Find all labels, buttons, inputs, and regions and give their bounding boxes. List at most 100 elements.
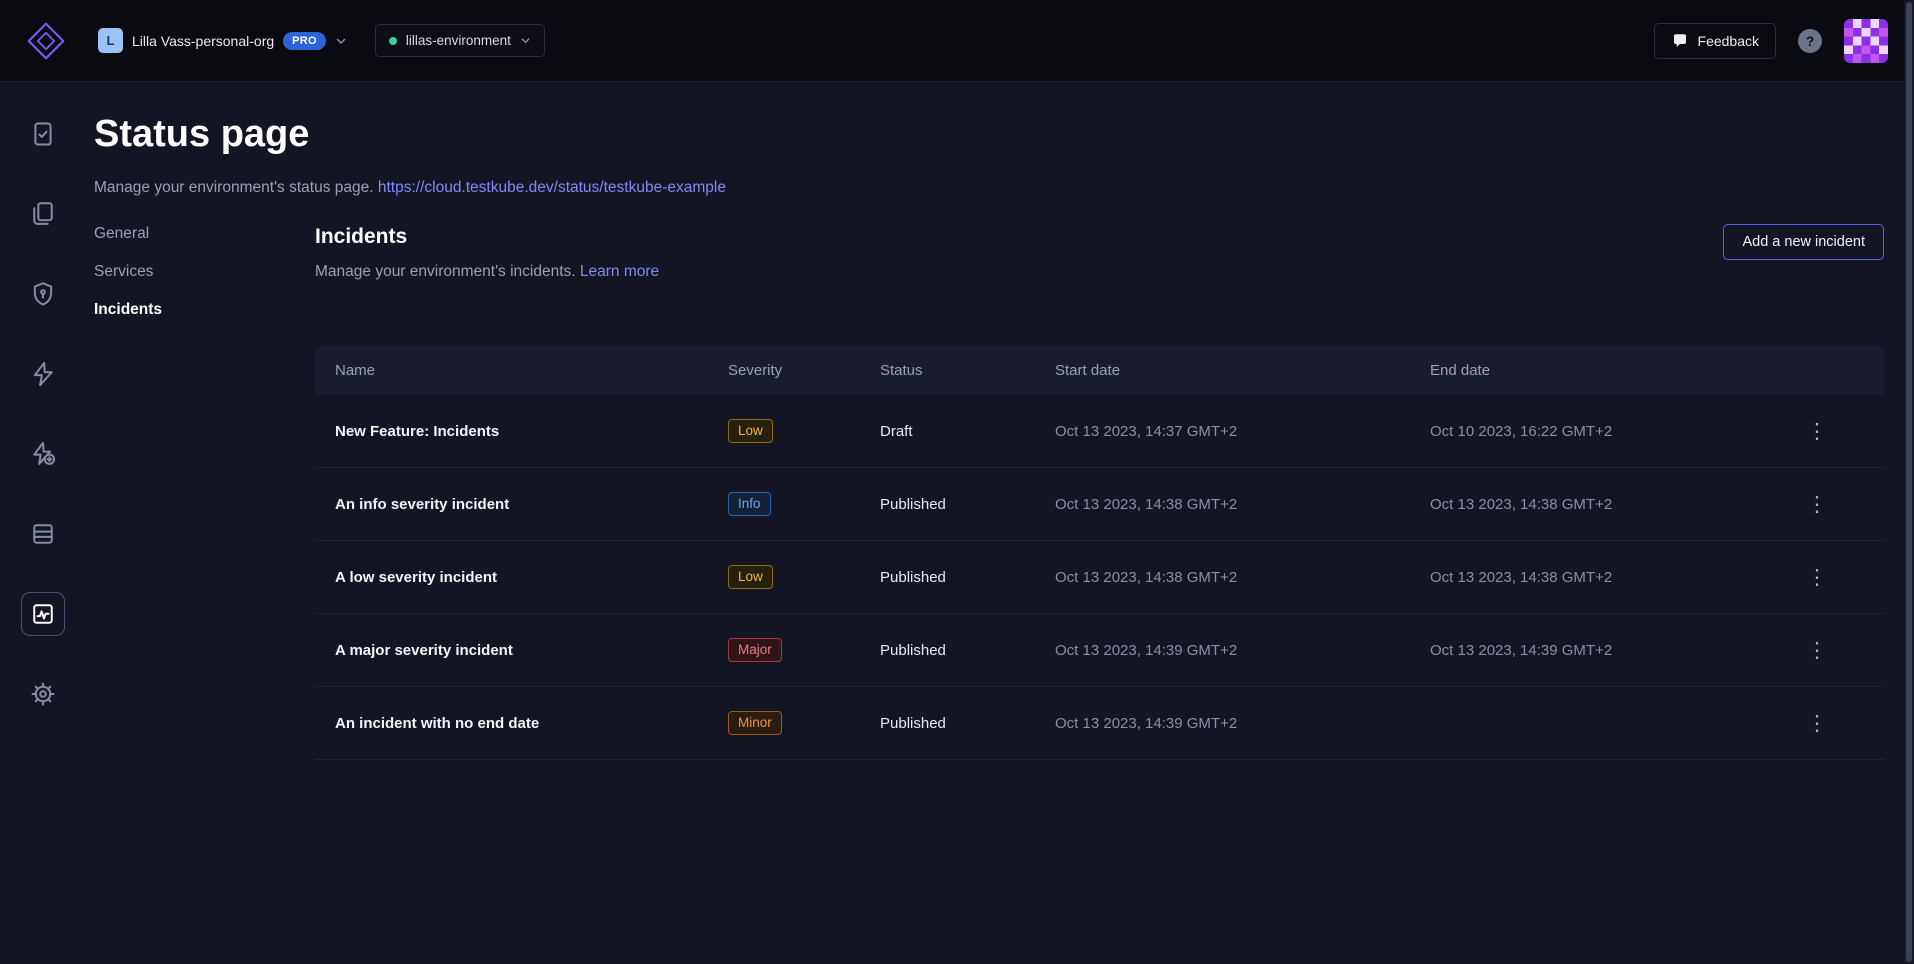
sidebar-item-executors[interactable] — [21, 512, 65, 556]
sidebar-item-test-suites[interactable] — [21, 192, 65, 236]
topbar: L Lilla Vass-personal-org PRO lillas-env… — [0, 0, 1914, 82]
incidents-subtitle-text: Manage your environment's incidents. — [315, 263, 576, 280]
sidebar-item-webhooks[interactable] — [21, 272, 65, 316]
table-body: New Feature: Incidents Low Draft Oct 13 … — [315, 395, 1884, 760]
scrollbar-thumb[interactable] — [1906, 2, 1912, 962]
learn-more-link[interactable]: Learn more — [580, 263, 659, 280]
sidebar-item-test-triggers[interactable] — [21, 432, 65, 476]
column-header-severity: Severity — [728, 362, 880, 379]
incident-start-date: Oct 13 2023, 14:38 GMT+2 — [1055, 569, 1430, 586]
severity-badge: Low — [728, 565, 773, 590]
chevron-down-icon — [520, 35, 531, 46]
subnav-item-services[interactable]: Services — [94, 262, 315, 282]
severity-badge: Info — [728, 492, 771, 517]
incidents-subtitle: Manage your environment's incidents. Lea… — [315, 262, 659, 282]
status-page-url-link[interactable]: https://cloud.testkube.dev/status/testku… — [378, 179, 726, 196]
column-header-end: End date — [1430, 362, 1790, 379]
incident-name: An info severity incident — [315, 496, 728, 513]
table-header: Name Severity Status Start date End date — [315, 346, 1884, 395]
table-row: An info severity incident Info Published… — [315, 468, 1884, 541]
server-icon — [29, 520, 57, 548]
sidebar-item-settings[interactable] — [21, 672, 65, 716]
page-subtitle-text: Manage your environment's status page. — [94, 179, 374, 196]
table-row: A low severity incident Low Published Oc… — [315, 541, 1884, 614]
row-actions-kebab-button[interactable]: ⋮ — [1799, 488, 1836, 521]
incident-actions-cell: ⋮ — [1790, 707, 1884, 740]
severity-badge: Major — [728, 638, 782, 663]
org-selector[interactable]: L Lilla Vass-personal-org PRO — [98, 28, 347, 53]
incident-status: Draft — [880, 423, 1055, 440]
content-row: General Services Incidents Incidents Man… — [94, 224, 1884, 760]
user-avatar[interactable] — [1844, 19, 1888, 63]
incident-actions-cell: ⋮ — [1790, 634, 1884, 667]
env-name: lillas-environment — [406, 33, 511, 48]
incident-end-date: Oct 13 2023, 14:38 GMT+2 — [1430, 496, 1790, 513]
incident-start-date: Oct 13 2023, 14:38 GMT+2 — [1055, 496, 1430, 513]
org-avatar: L — [98, 28, 123, 53]
incident-end-date: Oct 13 2023, 14:39 GMT+2 — [1430, 642, 1790, 659]
table-row: New Feature: Incidents Low Draft Oct 13 … — [315, 395, 1884, 468]
subnav-item-incidents[interactable]: Incidents — [94, 300, 315, 320]
incident-name: A major severity incident — [315, 642, 728, 659]
incidents-header: Incidents Manage your environment's inci… — [315, 224, 1884, 282]
testkube-logo[interactable] — [26, 21, 66, 61]
incident-actions-cell: ⋮ — [1790, 561, 1884, 594]
sidebar-item-triggers[interactable] — [21, 352, 65, 396]
page-title: Status page — [94, 112, 1884, 156]
incident-status: Published — [880, 496, 1055, 513]
environment-selector[interactable]: lillas-environment — [375, 24, 545, 57]
feedback-chat-icon — [1671, 32, 1689, 50]
shield-icon — [29, 280, 57, 308]
subnav-item-general[interactable]: General — [94, 224, 315, 244]
incidents-section: Incidents Manage your environment's inci… — [315, 224, 1884, 760]
clipboard-check-icon — [29, 120, 57, 148]
row-actions-kebab-button[interactable]: ⋮ — [1799, 561, 1836, 594]
row-actions-kebab-button[interactable]: ⋮ — [1799, 415, 1836, 448]
topbar-right: Feedback ? — [1654, 19, 1888, 63]
sidebar — [0, 82, 86, 964]
org-name: Lilla Vass-personal-org — [132, 33, 274, 49]
bolt-plus-icon — [29, 440, 57, 468]
sidebar-item-tests[interactable] — [21, 112, 65, 156]
help-button[interactable]: ? — [1798, 29, 1822, 53]
incident-actions-cell: ⋮ — [1790, 415, 1884, 448]
pro-badge: PRO — [283, 32, 326, 50]
row-actions-kebab-button[interactable]: ⋮ — [1799, 707, 1836, 740]
feedback-label: Feedback — [1698, 33, 1759, 49]
feedback-button[interactable]: Feedback — [1654, 23, 1776, 59]
status-page-icon — [29, 600, 57, 628]
settings-subnav: General Services Incidents — [94, 224, 315, 760]
testkube-logo-icon — [26, 21, 66, 61]
page-subtitle: Manage your environment's status page. h… — [94, 178, 1884, 198]
table-row: An incident with no end date Minor Publi… — [315, 687, 1884, 760]
page-scrollbar[interactable] — [1904, 0, 1914, 964]
documents-icon — [29, 200, 57, 228]
table-row: A major severity incident Major Publishe… — [315, 614, 1884, 687]
incident-name: An incident with no end date — [315, 715, 728, 732]
incident-name: New Feature: Incidents — [315, 423, 728, 440]
incident-severity-cell: Minor — [728, 711, 880, 736]
sidebar-item-status-pages[interactable] — [21, 592, 65, 636]
incident-actions-cell: ⋮ — [1790, 488, 1884, 521]
incident-end-date: Oct 10 2023, 16:22 GMT+2 — [1430, 423, 1790, 440]
row-actions-kebab-button[interactable]: ⋮ — [1799, 634, 1836, 667]
incident-severity-cell: Low — [728, 565, 880, 590]
help-label: ? — [1806, 33, 1815, 49]
incidents-title: Incidents — [315, 224, 659, 250]
gear-icon — [29, 680, 57, 708]
bolt-icon — [29, 360, 57, 388]
incident-status: Published — [880, 715, 1055, 732]
incident-name: A low severity incident — [315, 569, 728, 586]
incident-start-date: Oct 13 2023, 14:39 GMT+2 — [1055, 715, 1430, 732]
incident-status: Published — [880, 569, 1055, 586]
severity-badge: Minor — [728, 711, 782, 736]
incident-severity-cell: Info — [728, 492, 880, 517]
incident-end-date: Oct 13 2023, 14:38 GMT+2 — [1430, 569, 1790, 586]
incident-start-date: Oct 13 2023, 14:37 GMT+2 — [1055, 423, 1430, 440]
avatar-pixel-art — [1844, 19, 1888, 63]
column-header-start: Start date — [1055, 362, 1430, 379]
incidents-table: Name Severity Status Start date End date… — [315, 346, 1884, 760]
add-incident-button[interactable]: Add a new incident — [1723, 224, 1884, 260]
env-status-dot — [389, 37, 397, 45]
main-content: Status page Manage your environment's st… — [86, 82, 1904, 964]
